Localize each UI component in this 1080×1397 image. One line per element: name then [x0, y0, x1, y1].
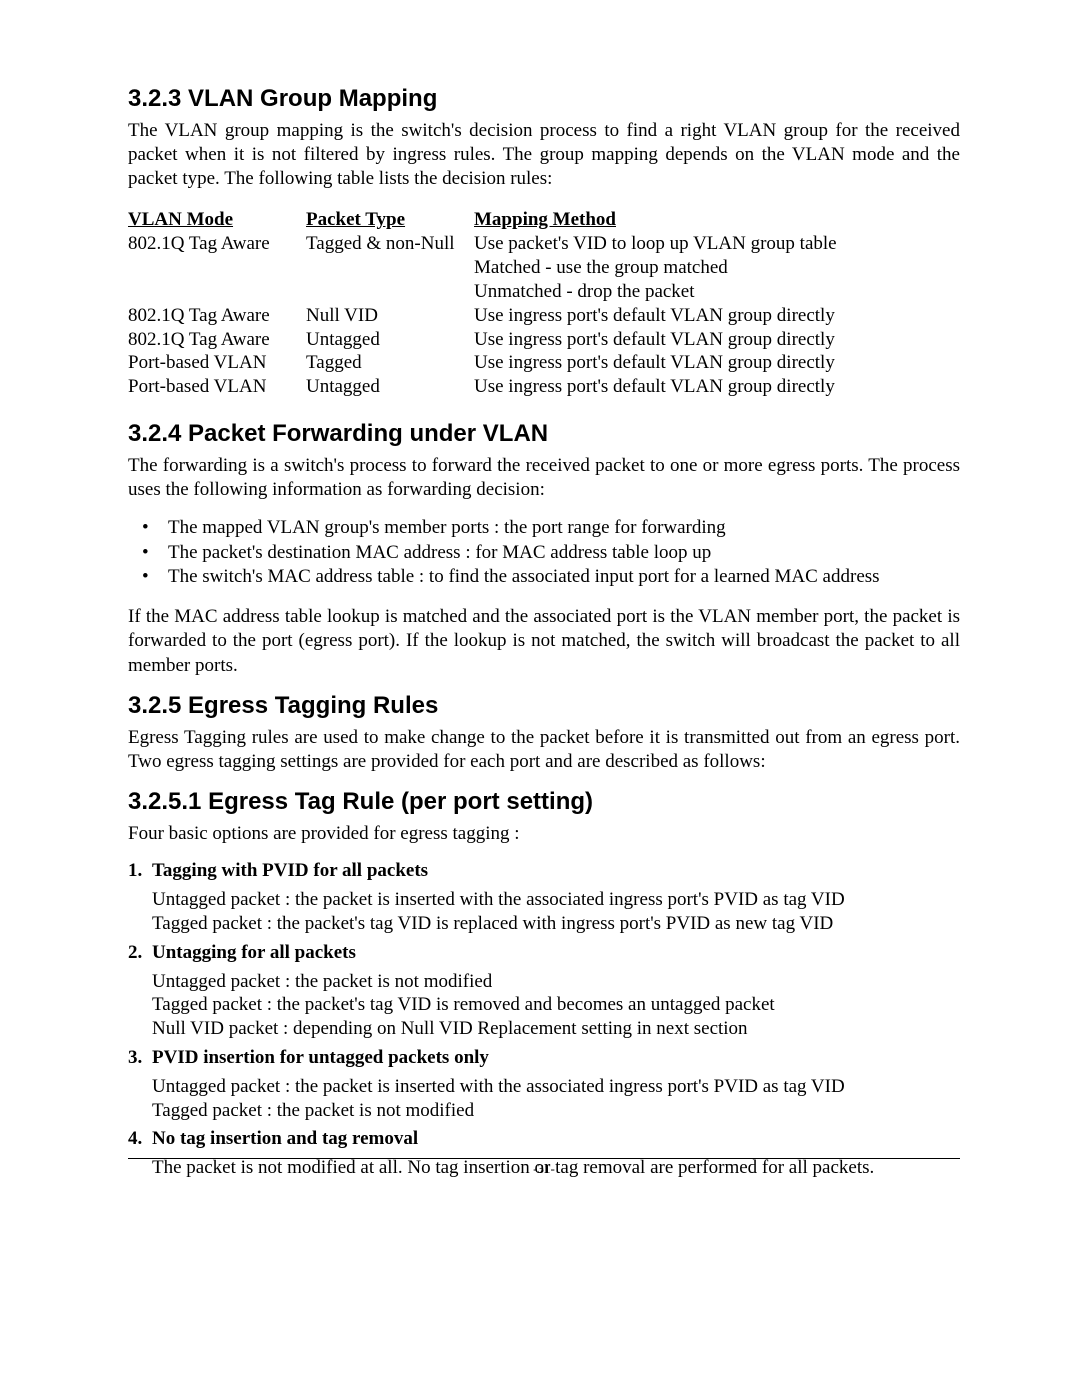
- table-row: Unmatched - drop the packet: [128, 281, 855, 305]
- td: Tagged: [306, 352, 474, 376]
- para-323: The VLAN group mapping is the switch's d…: [128, 119, 960, 191]
- heading-324: 3.2.4 Packet Forwarding under VLAN: [128, 420, 960, 448]
- td: [128, 257, 306, 281]
- td: Use ingress port's default VLAN group di…: [474, 305, 855, 329]
- list-item: PVID insertion for untagged packets only…: [128, 1047, 960, 1123]
- list-item: The switch's MAC address table : to find…: [128, 565, 960, 589]
- table-row: Port-based VLAN Tagged Use ingress port'…: [128, 352, 855, 376]
- option-line: Null VID packet : depending on Null VID …: [152, 1017, 960, 1041]
- td: [128, 281, 306, 305]
- td: Port-based VLAN: [128, 352, 306, 376]
- list-item: The packet's destination MAC address : f…: [128, 541, 960, 565]
- th-vlan-mode: VLAN Mode: [128, 209, 306, 233]
- option-title: Untagging for all packets: [152, 942, 960, 964]
- td: Matched - use the group matched: [474, 257, 855, 281]
- option-line: Untagged packet : the packet is inserted…: [152, 888, 960, 912]
- table-row: Matched - use the group matched: [128, 257, 855, 281]
- para-325: Egress Tagging rules are used to make ch…: [128, 726, 960, 774]
- th-packet-type: Packet Type: [306, 209, 474, 233]
- list-item: The mapped VLAN group's member ports : t…: [128, 516, 960, 540]
- egress-options-list: Tagging with PVID for all packets Untagg…: [128, 860, 960, 1180]
- option-title: PVID insertion for untagged packets only: [152, 1047, 960, 1069]
- option-line: Tagged packet : the packet's tag VID is …: [152, 912, 960, 936]
- page: 3.2.3 VLAN Group Mapping The VLAN group …: [0, 0, 1080, 1397]
- table-row: 802.1Q Tag Aware Tagged & non-Null Use p…: [128, 233, 855, 257]
- td: 802.1Q Tag Aware: [128, 233, 306, 257]
- para-3251: Four basic options are provided for egre…: [128, 822, 960, 846]
- option-title: Tagging with PVID for all packets: [152, 860, 960, 882]
- table-row: Port-based VLAN Untagged Use ingress por…: [128, 376, 855, 400]
- td: Use packet's VID to loop up VLAN group t…: [474, 233, 855, 257]
- td: Unmatched - drop the packet: [474, 281, 855, 305]
- td: Use ingress port's default VLAN group di…: [474, 376, 855, 400]
- option-title: No tag insertion and tag removal: [152, 1128, 960, 1150]
- td: Use ingress port's default VLAN group di…: [474, 352, 855, 376]
- td: Use ingress port's default VLAN group di…: [474, 329, 855, 353]
- option-line: Untagged packet : the packet is inserted…: [152, 1075, 960, 1099]
- td: Untagged: [306, 329, 474, 353]
- td: 802.1Q Tag Aware: [128, 305, 306, 329]
- th-mapping: Mapping Method: [474, 209, 855, 233]
- table-header-row: VLAN Mode Packet Type Mapping Method: [128, 209, 855, 233]
- heading-325: 3.2.5 Egress Tagging Rules: [128, 692, 960, 720]
- para-324-2: If the MAC address table lookup is match…: [128, 605, 960, 677]
- td: [306, 257, 474, 281]
- option-line: Untagged packet : the packet is not modi…: [152, 970, 960, 994]
- heading-323: 3.2.3 VLAN Group Mapping: [128, 85, 960, 113]
- page-footer: -31-: [128, 1158, 960, 1177]
- forwarding-bullets: The mapped VLAN group's member ports : t…: [128, 516, 960, 589]
- td: 802.1Q Tag Aware: [128, 329, 306, 353]
- td: Port-based VLAN: [128, 376, 306, 400]
- table-row: 802.1Q Tag Aware Untagged Use ingress po…: [128, 329, 855, 353]
- td: Null VID: [306, 305, 474, 329]
- list-item: Untagging for all packets Untagged packe…: [128, 942, 960, 1041]
- td: Untagged: [306, 376, 474, 400]
- option-line: Tagged packet : the packet is not modifi…: [152, 1099, 960, 1123]
- heading-3251: 3.2.5.1 Egress Tag Rule (per port settin…: [128, 788, 960, 816]
- td: [306, 281, 474, 305]
- list-item: Tagging with PVID for all packets Untagg…: [128, 860, 960, 936]
- vlan-mapping-table: VLAN Mode Packet Type Mapping Method 802…: [128, 209, 855, 400]
- para-324-1: The forwarding is a switch's process to …: [128, 454, 960, 502]
- page-number: -31-: [533, 1161, 555, 1176]
- table-row: 802.1Q Tag Aware Null VID Use ingress po…: [128, 305, 855, 329]
- option-line: Tagged packet : the packet's tag VID is …: [152, 993, 960, 1017]
- td: Tagged & non-Null: [306, 233, 474, 257]
